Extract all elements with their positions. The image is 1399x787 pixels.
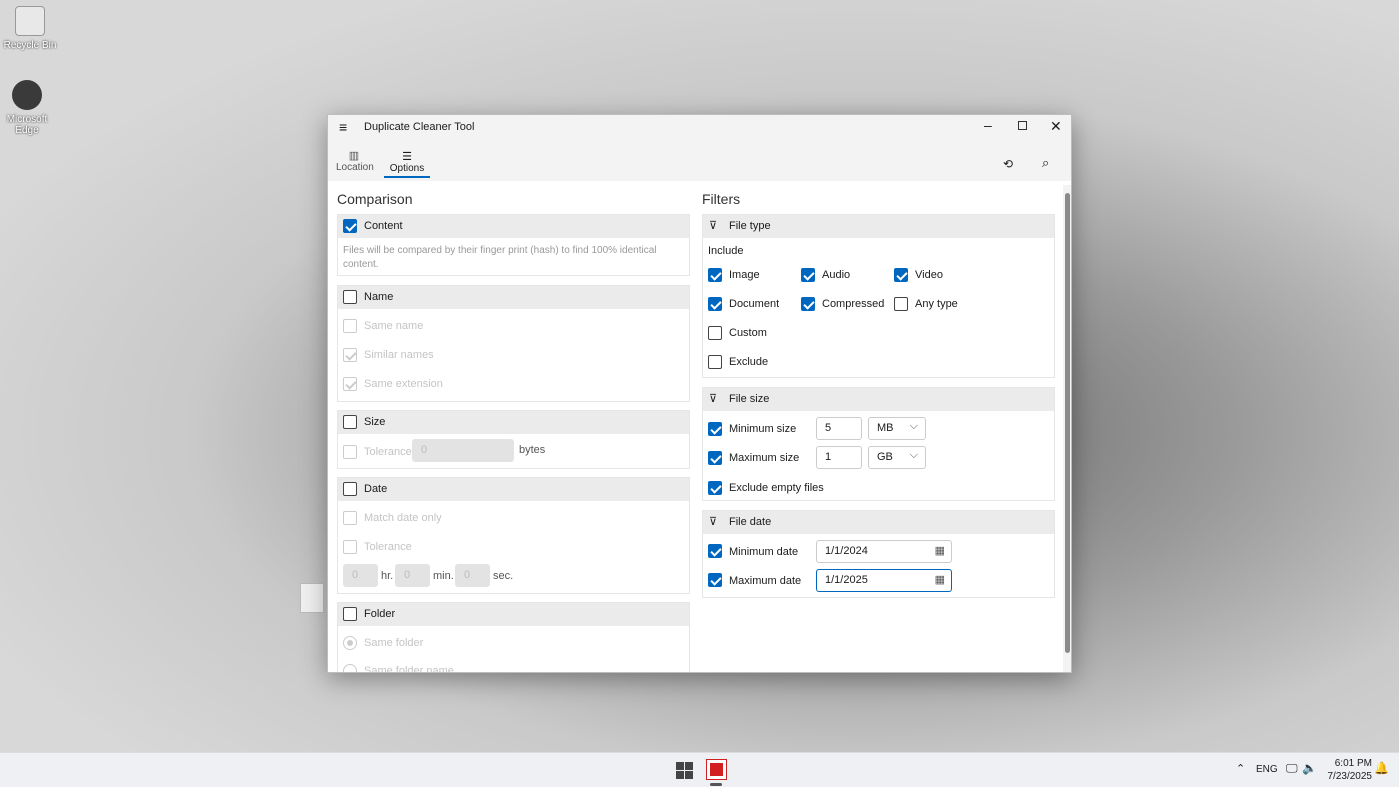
calendar-icon: ▦	[934, 574, 945, 586]
maximum-size-unit-select[interactable]: GB	[868, 445, 926, 469]
content-checkbox[interactable]	[343, 219, 357, 233]
date-section: Date Match date only Tolerance 0 hr. 0 m…	[337, 477, 690, 594]
reset-icon[interactable]: ⟲	[1003, 157, 1013, 171]
filter-icon: ⊽	[709, 516, 718, 528]
same-folder-radio[interactable]	[343, 636, 357, 650]
name-section: Name Same name Similar names Same extens…	[337, 285, 690, 402]
network-icon[interactable]: 🖵	[1286, 761, 1298, 776]
minimum-size-unit-select[interactable]: MB	[868, 416, 926, 440]
image-checkbox[interactable]	[708, 268, 722, 282]
duplicate-cleaner-taskbar-icon[interactable]	[706, 759, 727, 780]
desktop-icon-recycle-bin[interactable]: Recycle Bin	[0, 6, 60, 51]
notification-bell-icon[interactable]: 🔔	[1374, 761, 1389, 775]
maximum-size-input[interactable]: 1	[816, 446, 862, 469]
same-name-checkbox[interactable]	[343, 319, 357, 333]
side-widget-icon[interactable]	[300, 583, 324, 613]
checklist-icon: ☰	[402, 151, 412, 163]
date-tolerance-checkbox[interactable]	[343, 540, 357, 554]
tab-location[interactable]: ▥ Location	[336, 149, 374, 173]
minimum-date-picker[interactable]: 1/1/2024 ▦	[816, 540, 952, 563]
taskbar: ⌃ ENG 🖵 🔈 6:01 PM 7/23/2025 🔔	[0, 752, 1399, 787]
desktop-icon-edge[interactable]: Microsoft Edge	[0, 80, 57, 136]
file-date-section: ⊽ File date Minimum date 1/1/2024 ▦ Maximu…	[702, 510, 1055, 598]
close-button[interactable]: ✕	[1050, 118, 1062, 135]
scrollbar[interactable]	[1063, 185, 1071, 672]
folder-section: Folder Same folder Same folder name	[337, 602, 690, 672]
tab-options[interactable]: ☰ Options	[384, 150, 430, 178]
compressed-checkbox[interactable]	[801, 297, 815, 311]
seconds-input[interactable]: 0	[455, 564, 490, 587]
title-bar: ≡ Duplicate Cleaner Tool – ✕ ▥ Location …	[328, 115, 1071, 181]
window-title: Duplicate Cleaner Tool	[364, 121, 475, 133]
maximum-date-checkbox[interactable]	[708, 573, 722, 587]
scrollbar-thumb[interactable]	[1065, 193, 1070, 653]
match-date-only-checkbox[interactable]	[343, 511, 357, 525]
size-tolerance-checkbox[interactable]	[343, 445, 357, 459]
filters-heading: Filters	[702, 191, 741, 207]
language-indicator[interactable]: ENG	[1256, 764, 1278, 775]
any-type-checkbox[interactable]	[894, 297, 908, 311]
minimum-size-input[interactable]: 5	[816, 417, 862, 440]
minutes-input[interactable]: 0	[395, 564, 430, 587]
minimum-size-checkbox[interactable]	[708, 422, 722, 436]
maximum-size-checkbox[interactable]	[708, 451, 722, 465]
filter-icon: ⊽	[709, 220, 718, 232]
size-section: Size Tolerance 0 bytes	[337, 410, 690, 469]
start-button[interactable]	[676, 762, 693, 779]
maximum-date-picker[interactable]: 1/1/2025 ▦	[816, 569, 952, 592]
size-checkbox[interactable]	[343, 415, 357, 429]
name-checkbox[interactable]	[343, 290, 357, 304]
video-checkbox[interactable]	[894, 268, 908, 282]
clock[interactable]: 6:01 PM 7/23/2025	[1322, 757, 1373, 783]
similar-names-checkbox[interactable]	[343, 348, 357, 362]
exclude-checkbox[interactable]	[708, 355, 722, 369]
minimum-date-checkbox[interactable]	[708, 544, 722, 558]
folder-checkbox[interactable]	[343, 607, 357, 621]
comparison-heading: Comparison	[337, 191, 413, 207]
recycle-bin-icon	[15, 6, 45, 36]
search-icon[interactable]: ⌕	[1042, 155, 1049, 171]
same-extension-checkbox[interactable]	[343, 377, 357, 391]
hours-input[interactable]: 0	[343, 564, 378, 587]
same-folder-name-radio[interactable]	[343, 664, 357, 672]
file-size-section: ⊽File size Minimum size 5 MB Maximum siz…	[702, 387, 1055, 501]
file-type-section: ⊽ File type Include Image Audio Video Doc…	[702, 214, 1055, 378]
content-description: Files will be compared by their finger p…	[343, 245, 657, 270]
library-icon: ▥	[348, 150, 360, 162]
edge-icon	[12, 80, 42, 110]
app-window: ≡ Duplicate Cleaner Tool – ✕ ▥ Location …	[327, 114, 1072, 673]
filter-icon: ⊽	[709, 393, 718, 405]
document-checkbox[interactable]	[708, 297, 722, 311]
volume-icon[interactable]: 🔈	[1302, 761, 1317, 775]
content-section: Content Files will be compared by their …	[337, 214, 690, 276]
date-checkbox[interactable]	[343, 482, 357, 496]
custom-checkbox[interactable]	[708, 326, 722, 340]
calendar-icon: ▦	[934, 545, 945, 557]
exclude-empty-files-checkbox[interactable]	[708, 481, 722, 495]
menu-icon[interactable]: ≡	[339, 119, 347, 135]
minimize-button[interactable]: –	[984, 117, 992, 133]
audio-checkbox[interactable]	[801, 268, 815, 282]
size-tolerance-input[interactable]: 0	[412, 439, 514, 462]
maximize-button[interactable]	[1018, 121, 1027, 130]
show-hidden-icons[interactable]: ⌃	[1236, 762, 1245, 775]
